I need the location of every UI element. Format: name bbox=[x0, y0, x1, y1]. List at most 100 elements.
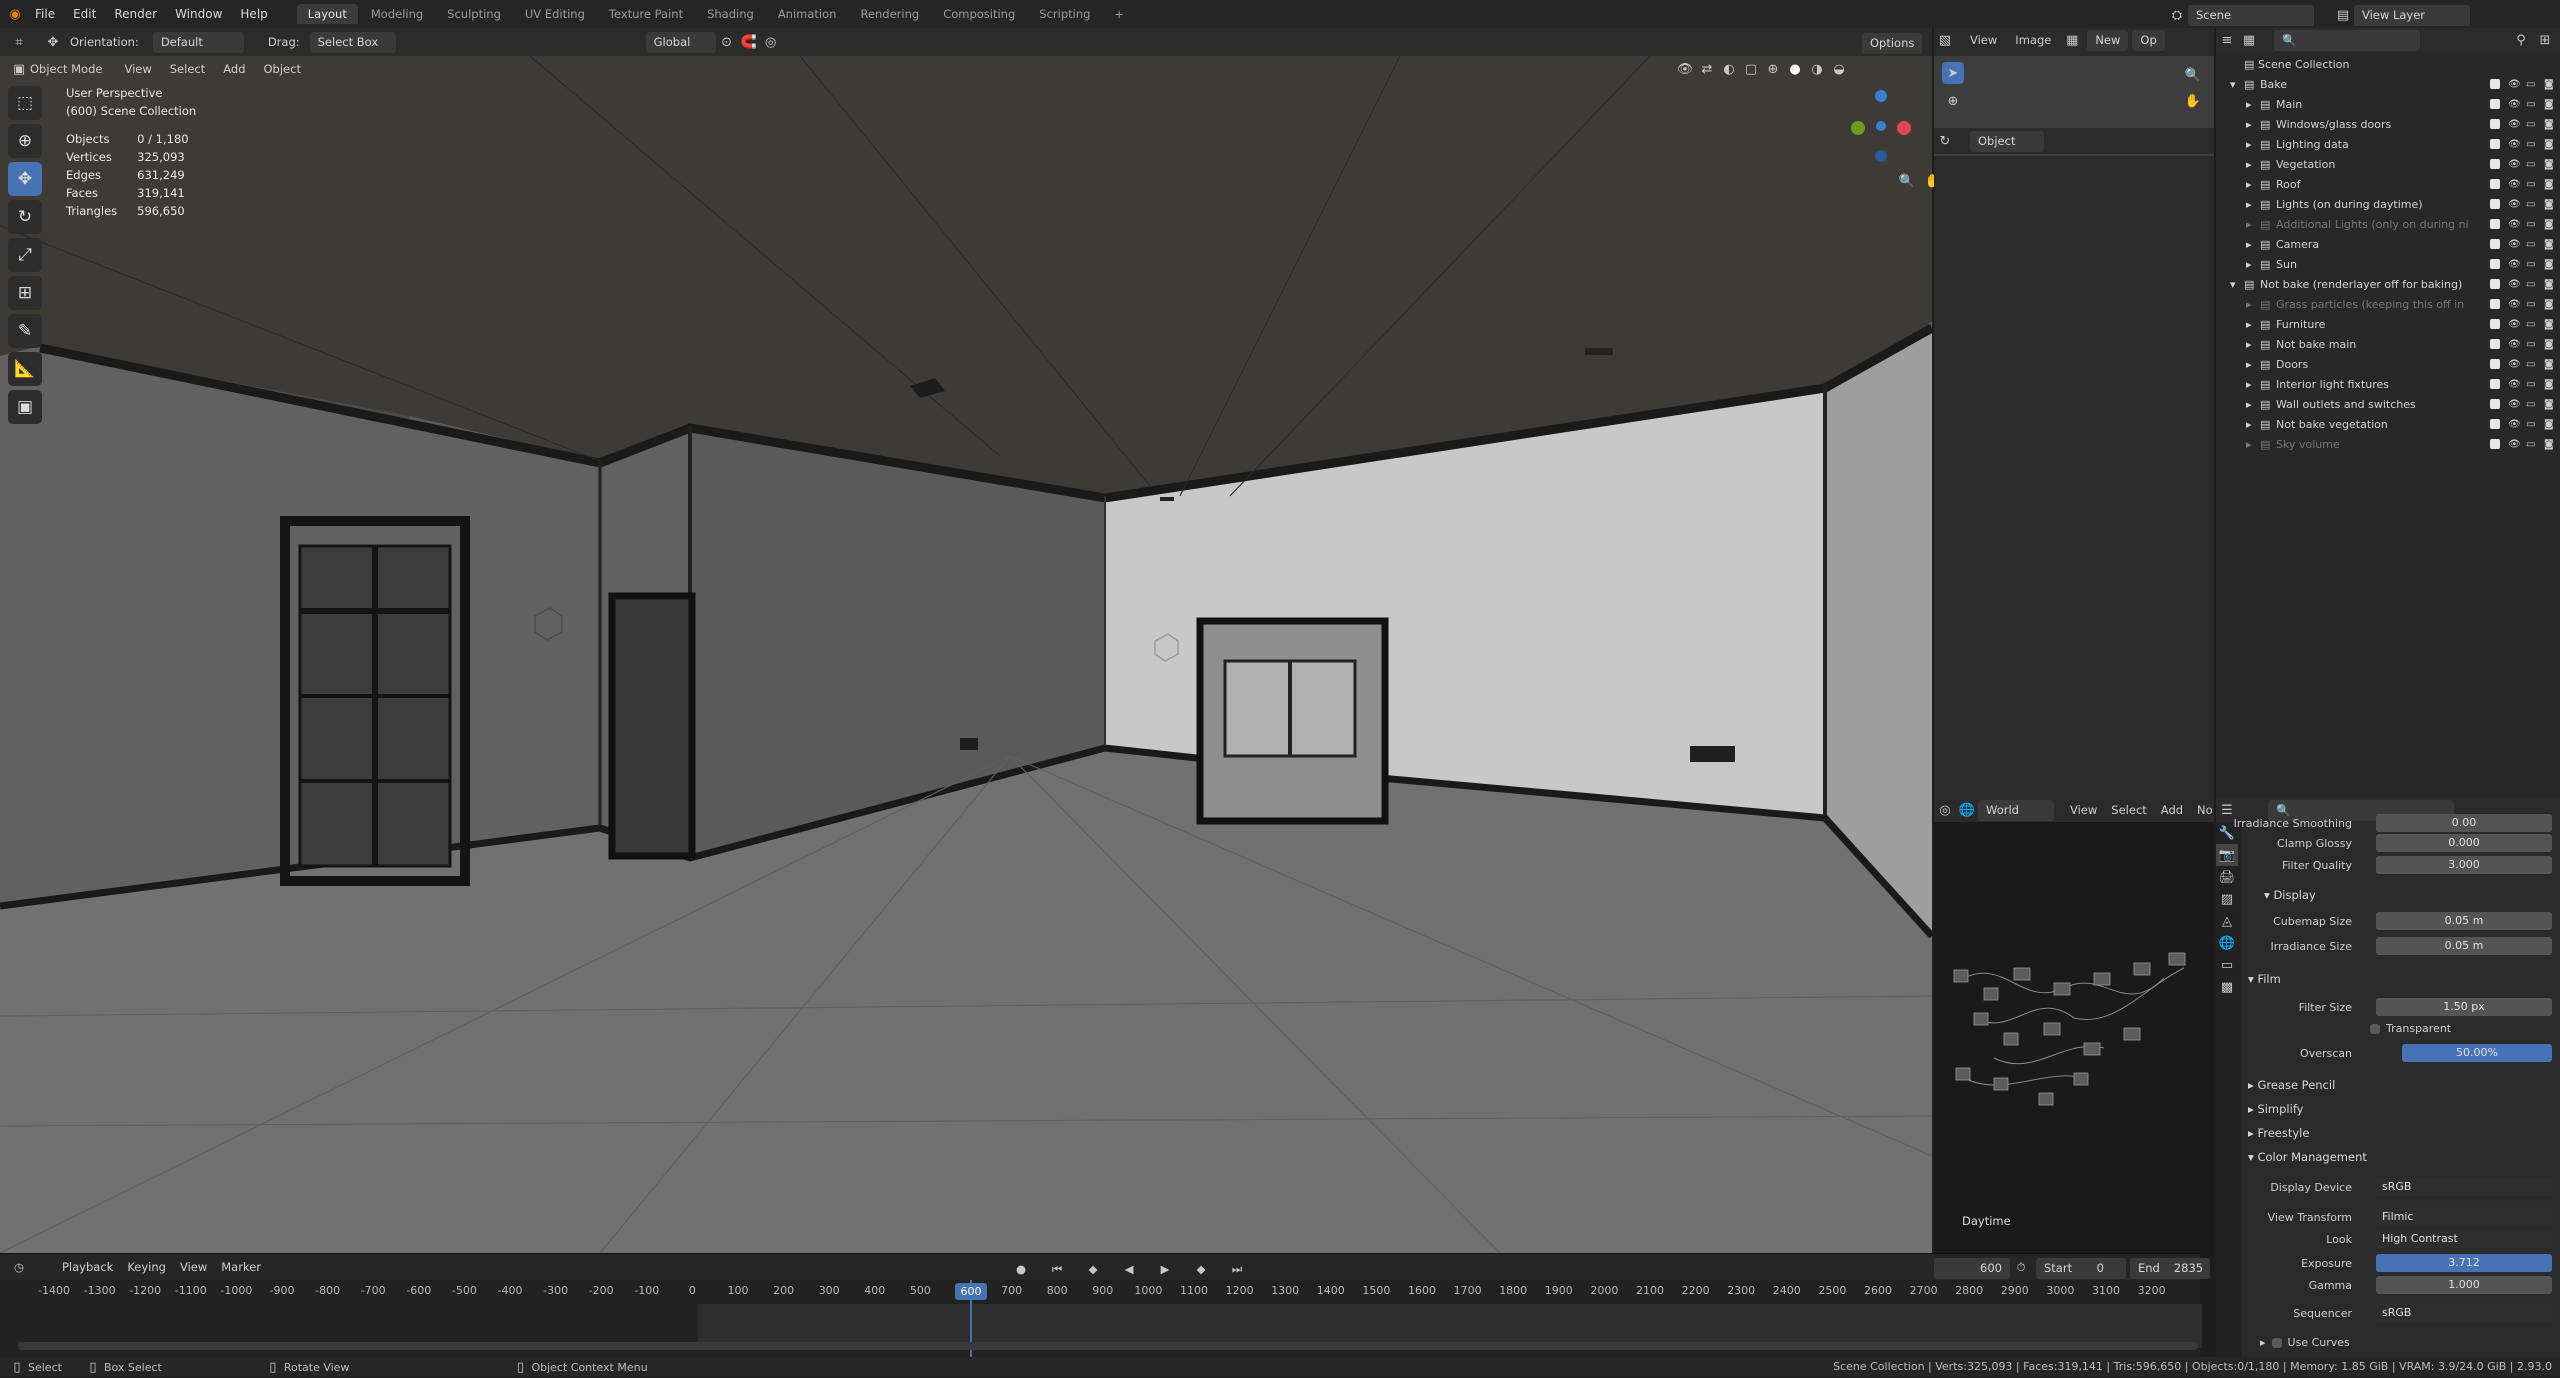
outliner[interactable]: ≡ ▦ 🔍 ⚲ ⊞ ▤ Scene Collection ▾ ▤ Bake 👁 ▭ ◙ ▸ ▤… bbox=[2216, 28, 2560, 798]
prop-field[interactable]: 0.05 m bbox=[2376, 912, 2552, 930]
rendered-shading-icon[interactable]: ◒ bbox=[1828, 58, 1850, 80]
outliner-item[interactable]: ▸ ▤ Grass particles (keeping this off in 👁 ▭… bbox=[2216, 294, 2560, 314]
include-checkbox[interactable] bbox=[2490, 219, 2500, 229]
eye-icon[interactable]: 👁 bbox=[2508, 199, 2521, 210]
eye-icon[interactable]: 👁 bbox=[2508, 319, 2521, 330]
shader-node-editor[interactable]: ◎ 🌐 World View Select Add No Daytime bbox=[1934, 798, 2214, 1257]
expand-arrow-icon[interactable]: ▸ bbox=[2246, 358, 2252, 371]
eye-icon[interactable]: 👁 bbox=[2508, 279, 2521, 290]
include-checkbox[interactable] bbox=[2490, 179, 2500, 189]
include-checkbox[interactable] bbox=[2490, 199, 2500, 209]
camera-render-icon[interactable]: ◙ bbox=[2544, 99, 2554, 110]
blender-logo-icon[interactable]: ◉ bbox=[4, 3, 26, 25]
monitor-icon[interactable]: ▭ bbox=[2526, 139, 2536, 150]
eye-icon[interactable]: 👁 bbox=[2508, 419, 2521, 430]
prop-field[interactable]: 1.50 px bbox=[2376, 998, 2552, 1016]
image-pan-icon[interactable]: ✋ bbox=[2182, 90, 2204, 112]
gamma-slider[interactable]: 1.000 bbox=[2376, 1276, 2552, 1294]
expand-arrow-icon[interactable]: ▸ bbox=[2246, 118, 2252, 131]
menu-window[interactable]: Window bbox=[166, 7, 231, 21]
image-browse-icon[interactable]: ▦ bbox=[2061, 29, 2083, 51]
include-checkbox[interactable] bbox=[2490, 139, 2500, 149]
expand-arrow-icon[interactable]: ▸ bbox=[2246, 438, 2252, 451]
include-checkbox[interactable] bbox=[2490, 379, 2500, 389]
eye-icon[interactable]: 👁 bbox=[2508, 239, 2521, 250]
measure-tool-icon[interactable]: 📐 bbox=[8, 352, 42, 386]
outliner-item[interactable]: ▸ ▤ Additional Lights (only on during ni 👁 ▭… bbox=[2216, 214, 2560, 234]
cursor-tool-icon[interactable]: ⊕ bbox=[8, 124, 42, 158]
include-checkbox[interactable] bbox=[2490, 399, 2500, 409]
pivot-icon[interactable]: ⊙ bbox=[716, 31, 738, 53]
3d-viewport[interactable] bbox=[0, 56, 1932, 1253]
gizmo-icon[interactable]: ⇄ bbox=[1696, 58, 1718, 80]
look-dropdown[interactable]: High Contrast bbox=[2376, 1230, 2552, 1248]
world-dropdown[interactable]: World bbox=[1978, 799, 2054, 821]
timeline-menu-marker[interactable]: Marker bbox=[221, 1260, 261, 1274]
eye-icon[interactable]: 👁 bbox=[2508, 399, 2521, 410]
include-checkbox[interactable] bbox=[2490, 439, 2500, 449]
view-layer-tab-icon[interactable]: ▨ bbox=[2216, 888, 2238, 910]
output-tab-icon[interactable]: 🖨 bbox=[2216, 866, 2238, 888]
outliner-item[interactable]: ▸ ▤ Windows/glass doors 👁 ▭ ◙ bbox=[2216, 114, 2560, 134]
expand-arrow-icon[interactable]: ▸ bbox=[2246, 238, 2252, 251]
use-curves-checkbox[interactable]: ▸ Use Curves bbox=[2260, 1336, 2350, 1349]
display-mode-icon[interactable]: ▦ bbox=[2238, 29, 2260, 51]
play-reverse-icon[interactable]: ◀ bbox=[1118, 1258, 1140, 1280]
scale-tool-icon[interactable]: ⤢ bbox=[8, 238, 42, 272]
prop-field[interactable]: 0.05 m bbox=[2376, 937, 2552, 955]
drag-dropdown[interactable]: Select Box bbox=[309, 31, 396, 53]
outliner-item[interactable]: ▸ ▤ Not bake main 👁 ▭ ◙ bbox=[2216, 334, 2560, 354]
display-device-dropdown[interactable]: sRGB bbox=[2376, 1178, 2552, 1196]
expand-arrow-icon[interactable]: ▾ bbox=[2230, 78, 2236, 91]
viewport-menu-add[interactable]: Add bbox=[223, 62, 245, 76]
jump-start-icon[interactable]: ⏮ bbox=[1046, 1258, 1068, 1280]
wireframe-shading-icon[interactable]: ⊕ bbox=[1762, 58, 1784, 80]
include-checkbox[interactable] bbox=[2490, 419, 2500, 429]
current-frame-field[interactable]: 600 bbox=[1934, 1258, 2010, 1279]
expand-arrow-icon[interactable]: ▸ bbox=[2246, 378, 2252, 391]
camera-render-icon[interactable]: ◙ bbox=[2544, 119, 2554, 130]
image-zoom-icon[interactable]: 🔍 bbox=[2182, 64, 2204, 86]
add-workspace-button[interactable]: + bbox=[1103, 4, 1135, 24]
move-tool-icon[interactable]: ✥ bbox=[8, 162, 42, 196]
eye-icon[interactable]: 👁 bbox=[2508, 79, 2521, 90]
scene-collection-row[interactable]: ▤ Scene Collection bbox=[2216, 54, 2560, 74]
start-frame-field[interactable]: Start 0 bbox=[2036, 1258, 2126, 1279]
scene-tab-icon[interactable]: ◬ bbox=[2216, 910, 2238, 932]
image-editor-type-icon[interactable]: ▧ bbox=[1934, 29, 1956, 51]
menu-help[interactable]: Help bbox=[231, 7, 276, 21]
monitor-icon[interactable]: ▭ bbox=[2526, 259, 2536, 270]
expand-arrow-icon[interactable]: ▸ bbox=[2246, 178, 2252, 191]
play-icon[interactable]: ▶ bbox=[1154, 1258, 1176, 1280]
expand-arrow-icon[interactable]: ▸ bbox=[2246, 398, 2252, 411]
rotate-tool-icon[interactable]: ↻ bbox=[8, 200, 42, 234]
object-dropdown[interactable]: Object bbox=[1970, 130, 2044, 152]
mode-dropdown[interactable]: Object Mode bbox=[30, 62, 102, 76]
texture-tab-icon[interactable]: ▩ bbox=[2216, 976, 2238, 998]
render-tab-icon[interactable]: 📷 bbox=[2216, 844, 2238, 866]
eye-icon[interactable]: 👁 bbox=[2508, 99, 2521, 110]
eye-icon[interactable]: 👁 bbox=[2508, 379, 2521, 390]
monitor-icon[interactable]: ▭ bbox=[2526, 299, 2536, 310]
outliner-item[interactable]: ▸ ▤ Wall outlets and switches 👁 ▭ ◙ bbox=[2216, 394, 2560, 414]
monitor-icon[interactable]: ▭ bbox=[2526, 419, 2536, 430]
include-checkbox[interactable] bbox=[2490, 79, 2500, 89]
navigation-gizmo[interactable] bbox=[1846, 86, 1916, 176]
timeline-scrollbar[interactable] bbox=[18, 1342, 2198, 1350]
properties-editor[interactable]: ☰ 🔍 🔧 📷 🖨 ▨ ◬ 🌐 ▭ ▩ Irradiance Smoothing… bbox=[2216, 798, 2560, 1357]
outliner-item[interactable]: ▾ ▤ Bake 👁 ▭ ◙ bbox=[2216, 74, 2560, 94]
transform-tool-icon[interactable]: ⊞ bbox=[8, 276, 42, 310]
overlay-icon[interactable]: ◐ bbox=[1718, 58, 1740, 80]
outliner-type-icon[interactable]: ≡ bbox=[2216, 29, 2238, 51]
camera-render-icon[interactable]: ◙ bbox=[2544, 339, 2554, 350]
camera-render-icon[interactable]: ◙ bbox=[2544, 139, 2554, 150]
viewport-menu-select[interactable]: Select bbox=[170, 62, 205, 76]
camera-render-icon[interactable]: ◙ bbox=[2544, 159, 2554, 170]
expand-arrow-icon[interactable]: ▸ bbox=[2246, 158, 2252, 171]
expand-arrow-icon[interactable]: ▸ bbox=[2246, 218, 2252, 231]
xray-icon[interactable]: ▢ bbox=[1740, 58, 1762, 80]
include-checkbox[interactable] bbox=[2490, 259, 2500, 269]
menu-render[interactable]: Render bbox=[105, 7, 166, 21]
tab-shading[interactable]: Shading bbox=[696, 4, 765, 24]
tab-rendering[interactable]: Rendering bbox=[849, 4, 930, 24]
